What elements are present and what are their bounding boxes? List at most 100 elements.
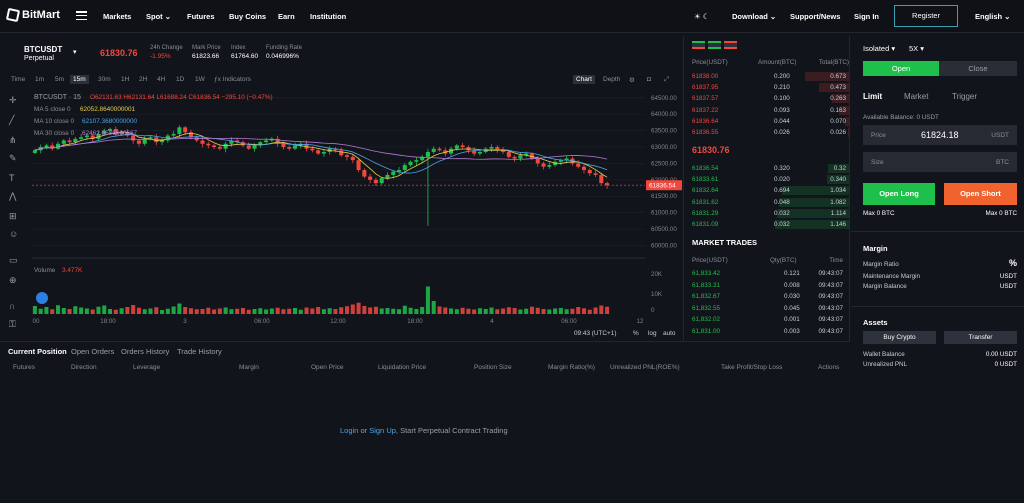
log-toggle[interactable]: log [648, 330, 657, 337]
volume-axis-label: 0 [651, 307, 655, 314]
tab-current-position[interactable]: Current Position [8, 347, 67, 356]
language-select[interactable]: English ⌄ [975, 12, 1010, 21]
leverage-select[interactable]: 5X ▾ [909, 44, 924, 53]
trend-line-icon[interactable]: ╱ [8, 114, 15, 126]
tf-4h[interactable]: 4H [154, 75, 168, 84]
candle-body [310, 148, 315, 151]
order-type-trigger[interactable]: Trigger [952, 92, 977, 101]
zoom-icon[interactable]: ⊕ [9, 275, 17, 285]
orderbook-row[interactable]: 61837.57 0.100 0.263 [684, 93, 849, 104]
tf-1w[interactable]: 1W [192, 75, 208, 84]
tf-1d[interactable]: 1D [173, 75, 187, 84]
lock-icon[interactable]: ⚿ [9, 319, 16, 329]
depth-view-tab[interactable]: Depth [600, 75, 623, 84]
tf-5m[interactable]: 5m [52, 75, 67, 84]
symbol-dropdown-icon[interactable]: ▾ [73, 48, 77, 56]
text-icon[interactable]: T [9, 173, 15, 183]
open-short-button[interactable]: Open Short [944, 183, 1017, 205]
nav-institution[interactable]: Institution [310, 12, 346, 21]
orderbook-row[interactable]: 61831.29 0.032 1.114 [684, 208, 849, 219]
orderbook-row[interactable]: 61833.61 0.020 0.340 [684, 174, 849, 185]
divider [851, 231, 1024, 232]
orderbook-row[interactable]: 61837.22 0.093 0.163 [684, 105, 849, 116]
pattern-icon[interactable]: ⋀ [8, 191, 17, 201]
symbol-name[interactable]: BTCUSDT [24, 45, 62, 54]
signup-link[interactable]: Sign Up [369, 426, 396, 435]
chart-canvas[interactable]: 64500.00 64000.00 63500.00 63000.00 62500.00… [0, 88, 682, 338]
nav-spot[interactable]: Spot ⌄ [146, 12, 171, 21]
size-input[interactable]: Size BTC [863, 152, 1017, 172]
close-tab[interactable]: Close [939, 61, 1017, 76]
book-asks-icon[interactable] [724, 41, 737, 49]
fullscreen-icon[interactable]: ⤢ [661, 75, 672, 85]
orderbook-row[interactable]: 61832.64 0.694 1.034 [684, 185, 849, 196]
nav-support[interactable]: Support/News [790, 12, 840, 21]
nav-markets[interactable]: Markets [103, 12, 131, 21]
tf-30m[interactable]: 30m [95, 75, 114, 84]
pitchfork-icon[interactable]: ⋔ [9, 135, 17, 145]
theme-toggle-icon[interactable]: ☀ ☾ [694, 12, 710, 21]
ruler-icon[interactable]: ▭ [9, 255, 18, 265]
settings-icon[interactable]: ⚙ [626, 75, 638, 85]
volume-bar [414, 309, 419, 314]
trade-price: 61,832.55 [692, 304, 721, 312]
book-both-icon[interactable] [692, 41, 705, 49]
register-button[interactable]: Register [894, 5, 958, 27]
percent-toggle[interactable]: % [633, 330, 639, 337]
orderbook-header: Price(USDT) Amount(BTC) Total(BTC) [692, 59, 849, 66]
nav-earn[interactable]: Earn [278, 12, 295, 21]
price-chart[interactable]: 64500.00 64000.00 63500.00 63000.00 62500.00… [0, 88, 682, 338]
magnet-icon[interactable]: ∩ [9, 301, 15, 311]
margin-mode-select[interactable]: Isolated ▾ [863, 44, 895, 53]
orderbook-row[interactable]: 61836.55 0.026 0.026 [684, 127, 849, 138]
orderbook-row[interactable]: 61836.54 0.320 0.32 [684, 163, 849, 174]
orderbook-row[interactable]: 61838.00 0.200 0.673 [684, 71, 849, 82]
buy-crypto-button[interactable]: Buy Crypto [863, 331, 936, 344]
volume-bar [350, 304, 355, 314]
book-bids-icon[interactable] [708, 41, 721, 49]
nav-download[interactable]: Download ⌄ [732, 12, 776, 21]
nav-futures[interactable]: Futures [187, 12, 215, 21]
nav-buy-coins[interactable]: Buy Coins [229, 12, 266, 21]
emoji-icon[interactable]: ☺ [9, 229, 18, 239]
volume-bar [79, 307, 84, 314]
chart-view-tab[interactable]: Chart [573, 75, 595, 84]
order-type-limit[interactable]: Limit [863, 92, 882, 101]
tab-trade-history[interactable]: Trade History [177, 347, 222, 356]
crosshair-icon[interactable]: ✛ [9, 95, 17, 105]
login-link[interactable]: Login [340, 426, 358, 435]
open-long-button[interactable]: Open Long [863, 183, 935, 205]
open-tab[interactable]: Open [863, 61, 939, 76]
signin-link[interactable]: Sign In [854, 12, 879, 21]
order-type-market[interactable]: Market [904, 92, 928, 101]
tf-1m[interactable]: 1m [32, 75, 47, 84]
tab-orders-history[interactable]: Orders History [121, 347, 169, 356]
tf-time[interactable]: Time [8, 75, 28, 84]
orderbook-row[interactable]: 61831.09 0.032 1.146 [684, 219, 849, 230]
orderbook-row[interactable]: 61837.95 0.210 0.473 [684, 82, 849, 93]
transfer-button[interactable]: Transfer [944, 331, 1017, 344]
measure-icon[interactable]: ⊞ [9, 211, 17, 221]
candle-body [136, 140, 141, 144]
brand-logo[interactable]: BitMart [5, 7, 60, 23]
tradingview-logo-icon [36, 292, 48, 304]
tf-15m[interactable]: 15m [70, 75, 89, 84]
volume-bar [217, 308, 222, 314]
volume-bar [125, 307, 130, 314]
brush-icon[interactable]: ✎ [9, 153, 17, 163]
tf-2h[interactable]: 2H [136, 75, 150, 84]
volume-bar [489, 307, 494, 314]
indicators-button[interactable]: ƒx Indicators [211, 75, 254, 84]
orderbook-row[interactable]: 61836.64 0.044 0.070 [684, 116, 849, 127]
price-axis-label: 62500.00 [651, 160, 677, 167]
orderbook-view-toggles[interactable] [692, 41, 737, 49]
orderbook-row[interactable]: 61831.62 0.048 1.082 [684, 197, 849, 208]
price-input[interactable]: Price 61824.18 USDT [863, 125, 1017, 145]
tf-1h[interactable]: 1H [118, 75, 132, 84]
tab-open-orders[interactable]: Open Orders [71, 347, 114, 356]
volume-bar [90, 309, 95, 314]
menu-icon[interactable] [76, 11, 87, 21]
camera-icon[interactable]: ◘ [644, 75, 654, 84]
auto-toggle[interactable]: auto [663, 330, 676, 337]
volume-axis-label: 10K [651, 291, 663, 298]
